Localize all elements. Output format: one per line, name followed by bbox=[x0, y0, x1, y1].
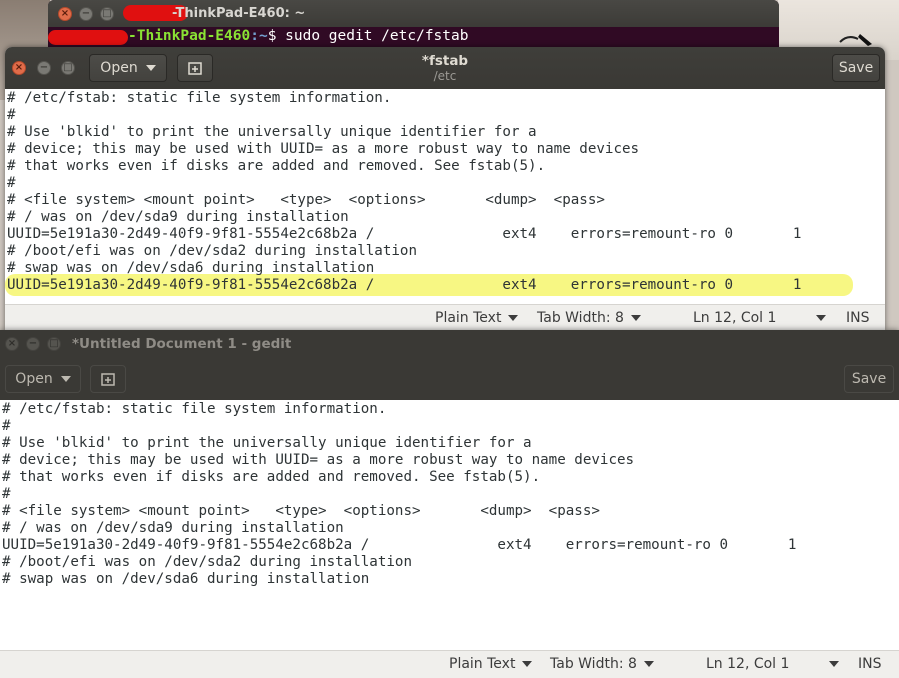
terminal-maximize-button[interactable]: □ bbox=[100, 7, 114, 21]
text-editor[interactable]: # /etc/fstab: static file system informa… bbox=[5, 89, 885, 329]
editor-line: # <file system> <mount point> <type> <op… bbox=[2, 503, 600, 519]
syntax-label: Plain Text bbox=[435, 310, 502, 326]
redaction-scribble-prompt bbox=[48, 30, 128, 45]
cursor-position-selector[interactable]: Ln 12, Col 1 bbox=[693, 310, 827, 326]
new-tab-icon bbox=[101, 373, 115, 386]
cursor-position-label: Ln 12, Col 1 bbox=[693, 310, 777, 326]
terminal-titlebar[interactable]: × − □ -ThinkPad-E460: ~ bbox=[48, 0, 779, 27]
syntax-selector[interactable]: Plain Text bbox=[435, 310, 519, 326]
editor-line: # device; this may be used with UUID= as… bbox=[2, 452, 635, 468]
tab-width-label: Tab Width: 8 bbox=[537, 310, 624, 326]
terminal-window[interactable]: × − □ -ThinkPad-E460: ~ -ThinkPad-E460:~… bbox=[48, 0, 779, 52]
editor-line: # / was on /dev/sda9 during installation bbox=[7, 209, 349, 225]
status-bar: Plain Text Tab Width: 8 Ln 12, Col 1 INS bbox=[0, 650, 899, 678]
save-label: Save bbox=[851, 371, 887, 387]
editor-line: UUID=5e191a30-2d49-40f9-9f81-5554e2c68b2… bbox=[2, 537, 797, 553]
editor-line: # Use 'blkid' to print the universally u… bbox=[7, 124, 537, 140]
editor-line: # /boot/efi was on /dev/sda2 during inst… bbox=[2, 554, 412, 570]
cursor-position-label: Ln 12, Col 1 bbox=[706, 656, 790, 672]
status-bar: Plain Text Tab Width: 8 Ln 12, Col 1 INS bbox=[5, 304, 885, 331]
syntax-selector[interactable]: Plain Text bbox=[449, 656, 533, 672]
editor-line: # that works even if disks are added and… bbox=[2, 469, 541, 485]
chevron-down-icon bbox=[816, 315, 827, 321]
terminal-title: -ThinkPad-E460: ~ bbox=[172, 6, 306, 21]
editor-line: # swap was on /dev/sda6 during installat… bbox=[2, 571, 370, 587]
open-label: Open bbox=[15, 371, 53, 387]
tab-width-selector[interactable]: Tab Width: 8 bbox=[537, 310, 641, 326]
save-button[interactable]: Save bbox=[844, 365, 894, 393]
window-title: *Untitled Document 1 - gedit bbox=[72, 336, 292, 352]
terminal-minimize-button[interactable]: − bbox=[79, 7, 93, 21]
open-button[interactable]: Open bbox=[5, 365, 81, 393]
editor-line: # / was on /dev/sda9 during installation bbox=[2, 520, 344, 536]
pen-icon bbox=[839, 34, 872, 46]
editor-line: # /etc/fstab: static file system informa… bbox=[2, 401, 387, 417]
editor-line: # device; this may be used with UUID= as… bbox=[7, 141, 640, 157]
untitled-maximize-button[interactable]: □ bbox=[47, 337, 61, 351]
prompt-host: -ThinkPad-E460 bbox=[128, 28, 251, 44]
cursor-position-selector[interactable]: Ln 12, Col 1 bbox=[706, 656, 840, 672]
editor-line: # that works even if disks are added and… bbox=[7, 158, 546, 174]
editor-line: # Use 'blkid' to print the universally u… bbox=[2, 435, 532, 451]
editor-line: # bbox=[2, 418, 11, 434]
untitled-close-button[interactable]: × bbox=[5, 337, 19, 351]
chevron-down-icon bbox=[60, 376, 71, 382]
terminal-command: sudo gedit /etc/fstab bbox=[276, 28, 469, 44]
terminal-close-button[interactable]: × bbox=[58, 7, 72, 21]
untitled-minimize-button[interactable]: − bbox=[26, 337, 40, 351]
untitled-headerbar[interactable]: × − □ *Untitled Document 1 - gedit Open … bbox=[0, 330, 899, 401]
window-title: *fstab bbox=[421, 53, 469, 69]
new-tab-button[interactable] bbox=[90, 365, 126, 393]
chevron-down-icon bbox=[508, 315, 519, 321]
insert-mode-indicator[interactable]: INS bbox=[858, 656, 882, 672]
editor-line: # /boot/efi was on /dev/sda2 during inst… bbox=[7, 243, 417, 259]
save-button[interactable]: Save bbox=[832, 54, 880, 82]
editor-line: UUID=5e191a30-2d49-40f9-9f81-5554e2c68b2… bbox=[7, 226, 802, 242]
gedit-fstab-window[interactable]: × − □ Open *fstab /etc Save # /etc/fstab… bbox=[5, 47, 885, 331]
editor-line: # /etc/fstab: static file system informa… bbox=[7, 90, 392, 106]
window-subtitle: /etc bbox=[433, 69, 457, 83]
tab-width-label: Tab Width: 8 bbox=[550, 656, 637, 672]
editor-line: # <file system> <mount point> <type> <op… bbox=[7, 192, 605, 208]
save-label: Save bbox=[838, 60, 874, 76]
chevron-down-icon bbox=[829, 661, 840, 667]
editor-line: # bbox=[7, 107, 16, 123]
gedit-untitled-window[interactable]: × − □ *Untitled Document 1 - gedit Open … bbox=[0, 330, 899, 678]
prompt-path: :~ bbox=[250, 28, 268, 44]
tab-width-selector[interactable]: Tab Width: 8 bbox=[550, 656, 654, 672]
fstab-headerbar[interactable]: × − □ Open *fstab /etc Save bbox=[5, 47, 885, 90]
syntax-label: Plain Text bbox=[449, 656, 516, 672]
text-editor[interactable]: # /etc/fstab: static file system informa… bbox=[0, 400, 899, 650]
insert-mode-indicator[interactable]: INS bbox=[846, 310, 870, 326]
editor-line: # bbox=[7, 175, 16, 191]
editor-line: # swap was on /dev/sda6 during installat… bbox=[7, 260, 375, 276]
chevron-down-icon bbox=[643, 661, 654, 667]
chevron-down-icon bbox=[522, 661, 533, 667]
chevron-down-icon bbox=[630, 315, 641, 321]
editor-line: # bbox=[2, 486, 11, 502]
editor-line-highlighted: UUID=5e191a30-2d49-40f9-9f81-5554e2c68b2… bbox=[7, 277, 802, 293]
